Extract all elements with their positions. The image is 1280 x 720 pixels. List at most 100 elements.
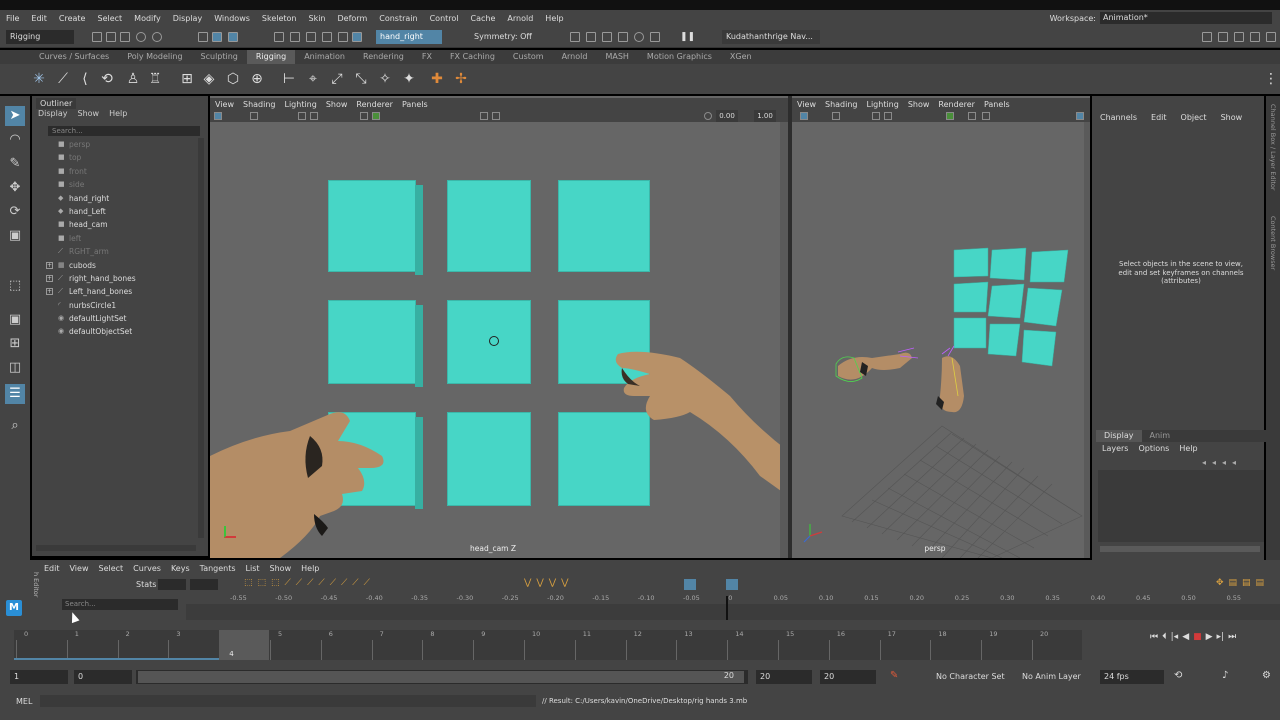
play-backwards-icon[interactable]: ◀ (1182, 632, 1189, 644)
menu-windows[interactable]: Windows (208, 14, 256, 23)
menu-edit[interactable]: Edit (25, 14, 53, 23)
graph-menu-show[interactable]: Show (270, 564, 292, 573)
menu-constrain[interactable]: Constrain (373, 14, 423, 23)
smooth-bind-icon[interactable]: ◈ (200, 70, 218, 88)
channels-menu-show[interactable]: Show (1221, 113, 1243, 122)
make-live-icon[interactable] (352, 32, 362, 42)
graph-layout-icons[interactable]: ✥▤▤▤ (1216, 578, 1269, 588)
locator-icon[interactable]: ✚ (428, 70, 446, 88)
viewport-persp[interactable]: View Shading Lighting Show Renderer Pane… (792, 96, 1090, 558)
right-arm-rig[interactable] (835, 347, 919, 382)
stats-field-2[interactable] (190, 579, 218, 590)
snap-grid-icon[interactable] (274, 32, 284, 42)
buffer-curve-icon[interactable] (684, 579, 696, 590)
tab-display[interactable]: Display (1096, 430, 1142, 442)
channel-box-side-tab[interactable]: Channel Box / Layer Editor (1269, 104, 1277, 191)
ik-spline-icon[interactable]: ⟨ (76, 70, 94, 88)
select-component-icon[interactable] (228, 32, 238, 42)
outliner-menu-show[interactable]: Show (78, 109, 100, 121)
menu-select[interactable]: Select (91, 14, 128, 23)
rotate-tool-icon[interactable]: ⟳ (5, 202, 25, 222)
play-forwards-icon[interactable]: ▶ (1206, 632, 1213, 644)
scale-constraint-icon[interactable]: ⤡ (352, 70, 370, 88)
outliner-menu-display[interactable]: Display (38, 109, 68, 121)
stats-field-1[interactable] (158, 579, 186, 590)
select-hierarchy-icon[interactable] (198, 32, 208, 42)
aim-constraint-icon[interactable]: ✧ (376, 70, 394, 88)
move-tool-icon[interactable]: ✥ (5, 178, 25, 198)
shelf-tab-fx-caching[interactable]: FX Caching (441, 50, 504, 64)
hypershade-icon[interactable] (634, 32, 644, 42)
menu-cache[interactable]: Cache (465, 14, 502, 23)
outliner-item[interactable]: + ⟋ right_hand_bones (32, 272, 200, 285)
shelf-tab-curves-surfaces[interactable]: Curves / Surfaces (30, 50, 118, 64)
graph-menu-edit[interactable]: Edit (44, 564, 60, 573)
auto-key-icon[interactable]: ✎ (890, 670, 898, 681)
expand-toggle[interactable] (46, 154, 53, 161)
anim-prefs-icon[interactable]: ⚙ (1262, 670, 1271, 681)
outliner-item[interactable]: + ▦ cubods (32, 259, 200, 272)
outliner-item[interactable]: ■ left (32, 232, 200, 245)
mel-label[interactable]: MEL (16, 697, 32, 706)
viewport-left-scrollbar[interactable] (780, 122, 788, 558)
two-view-icon[interactable]: ◫ (5, 358, 25, 378)
pause-icon[interactable]: ❚❚ (680, 32, 695, 42)
viewport-right-scrollbar[interactable] (1084, 122, 1090, 558)
toggle-channel-box-icon[interactable] (1250, 32, 1260, 42)
channels-menu-object[interactable]: Object (1181, 113, 1207, 122)
parent-constraint-icon[interactable]: ⊢ (280, 70, 298, 88)
open-scene-icon[interactable] (106, 32, 116, 42)
outliner-item[interactable]: ■ head_cam (32, 218, 200, 231)
layers-menu-help[interactable]: Help (1179, 444, 1197, 453)
shelf-tab-motion-graphics[interactable]: Motion Graphics (638, 50, 721, 64)
layers-menu-options[interactable]: Options (1138, 444, 1169, 453)
undo-icon[interactable] (136, 32, 146, 42)
snap-view-icon[interactable] (322, 32, 332, 42)
outliner-title[interactable]: Outliner (36, 98, 77, 109)
anim-layer-dropdown[interactable]: No Anim Layer (1018, 670, 1090, 684)
toggle-tool-settings-icon[interactable] (1234, 32, 1244, 42)
step-back-frame-icon[interactable]: ⏴ (1162, 632, 1167, 644)
content-browser-side-tab[interactable]: Content Browser (1269, 216, 1277, 270)
character-set-dropdown[interactable]: No Character Set (932, 670, 1008, 684)
graph-menu-tangents[interactable]: Tangents (200, 564, 236, 573)
ipr-render-icon[interactable] (602, 32, 612, 42)
outliner-item[interactable]: ■ persp (32, 138, 200, 151)
snap-point-icon[interactable] (306, 32, 316, 42)
shelf-tab-xgen[interactable]: XGen (721, 50, 761, 64)
outliner-item[interactable]: ■ front (32, 165, 200, 178)
layers-menu-layers[interactable]: Layers (1102, 444, 1128, 453)
paint-weights-icon[interactable]: ⬡ (224, 70, 242, 88)
menuset-dropdown[interactable]: Rigging (6, 30, 74, 44)
outliner-item[interactable]: ◉ defaultObjectSet (32, 325, 200, 338)
expand-toggle[interactable] (46, 181, 53, 188)
audio-icon[interactable]: ♪ (1222, 670, 1228, 681)
shelf-tab-arnold[interactable]: Arnold (553, 50, 597, 64)
expand-toggle[interactable] (46, 195, 53, 202)
graph-search-input[interactable]: Search... (62, 599, 178, 610)
left-hand-model[interactable] (210, 96, 788, 558)
snap-surface-icon[interactable] (338, 32, 348, 42)
last-tool-icon[interactable]: ⬚ (5, 276, 25, 296)
new-scene-icon[interactable] (92, 32, 102, 42)
shelf-tab-custom[interactable]: Custom (504, 50, 553, 64)
shelf-tab-sculpting[interactable]: Sculpting (192, 50, 247, 64)
bind-skin-icon[interactable]: ⊞ (178, 70, 196, 88)
symmetry-dropdown[interactable]: Symmetry: Off (470, 30, 550, 44)
shelf-tab-poly-modeling[interactable]: Poly Modeling (118, 50, 191, 64)
expand-toggle[interactable] (46, 168, 53, 175)
object-name-field[interactable]: hand_right (376, 30, 442, 44)
outliner-item[interactable]: ■ top (32, 151, 200, 164)
expand-toggle[interactable] (46, 221, 53, 228)
select-object-icon[interactable] (212, 32, 222, 42)
step-forward-key-icon[interactable]: ▸| (1217, 632, 1225, 644)
channels-menu-channels[interactable]: Channels (1100, 113, 1137, 122)
expand-toggle[interactable] (46, 328, 53, 335)
save-scene-icon[interactable] (120, 32, 130, 42)
new-layer-icons[interactable]: ◂◂◂◂ (1202, 458, 1242, 467)
toggle-sidebar-icon[interactable] (1202, 32, 1212, 42)
paint-select-icon[interactable]: ✎ (5, 154, 25, 174)
pole-vector-icon[interactable]: ✦ (400, 70, 418, 88)
render-settings-icon[interactable] (618, 32, 628, 42)
toggle-outliner-icon[interactable] (1266, 32, 1276, 42)
